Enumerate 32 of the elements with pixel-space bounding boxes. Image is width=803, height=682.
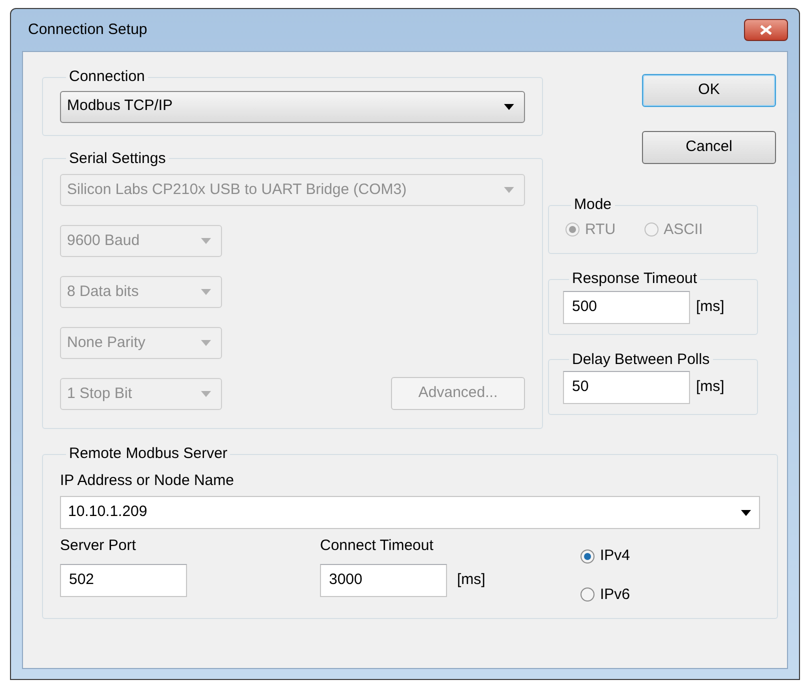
unit-label: [ms] xyxy=(696,296,724,317)
input-field[interactable]: 50 xyxy=(563,371,690,404)
unit-label: [ms] xyxy=(696,377,724,398)
combo-box[interactable]: 10.10.1.209 xyxy=(60,496,760,529)
radio-option[interactable]: IPv4 xyxy=(580,545,630,568)
group-label: Mode xyxy=(573,195,613,215)
input-field[interactable]: 502 xyxy=(60,564,187,596)
caret-icon xyxy=(504,187,514,193)
dropdown[interactable]: Modbus TCP/IP xyxy=(60,90,525,122)
caret-icon xyxy=(741,510,751,516)
dialog-button[interactable]: Cancel xyxy=(642,131,776,164)
close-button[interactable] xyxy=(744,19,788,41)
field-label: IP Address or Node Name xyxy=(60,470,235,490)
caret-icon xyxy=(201,238,211,244)
window-title: Connection Setup xyxy=(28,20,148,40)
close-icon xyxy=(760,25,772,35)
caret-icon xyxy=(504,104,514,110)
dialog-button[interactable]: OK xyxy=(642,74,776,107)
radio-option[interactable]: IPv6 xyxy=(580,584,630,606)
group-label: Serial Settings xyxy=(68,148,167,168)
field-label: Connect Timeout xyxy=(320,536,434,556)
field-label: Server Port xyxy=(60,536,137,556)
caret-icon xyxy=(201,391,211,397)
group-label: Remote Modbus Server xyxy=(68,444,228,464)
input-field[interactable]: 3000 xyxy=(320,564,447,596)
input-field[interactable]: 500 xyxy=(563,290,690,324)
group-label: Delay Between Polls xyxy=(571,350,711,370)
group-label: Connection xyxy=(68,67,146,87)
unit-label: [ms] xyxy=(457,570,486,590)
caret-icon xyxy=(201,289,211,295)
group-label: Response Timeout xyxy=(571,269,698,289)
caret-icon xyxy=(201,340,211,346)
